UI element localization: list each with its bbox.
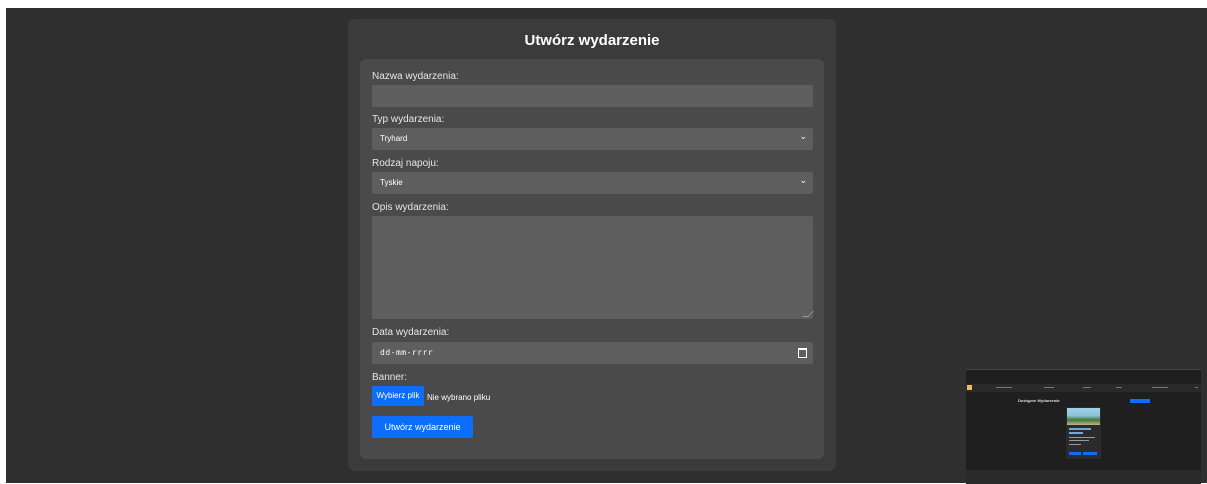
thumbnail-card-button <box>1083 452 1097 455</box>
thumbnail-text-line <box>1069 444 1081 445</box>
chevron-down-icon: ⌄ <box>799 131 807 141</box>
thumbnail-nav-item <box>1195 387 1198 388</box>
banner-label: Banner: <box>372 372 408 383</box>
choose-file-button[interactable]: Wybierz plik <box>372 386 424 406</box>
drink-type-label: Rodzaj napoju: <box>372 158 439 169</box>
thumbnail-event-card <box>1066 407 1101 459</box>
logo-icon <box>967 385 972 390</box>
drink-type-selected: Tyskie <box>380 178 403 187</box>
event-date-input[interactable]: dd-mm-rrrr <box>372 342 813 364</box>
event-type-selected: Tryhard <box>380 134 408 143</box>
create-event-submit-button[interactable]: Utwórz wydarzenie <box>372 416 473 438</box>
event-type-select[interactable]: Tryhard ⌄ <box>372 128 813 150</box>
chevron-down-icon: ⌄ <box>799 175 807 185</box>
page-preview-thumbnail[interactable]: Dostępne Wydarzenia <box>966 369 1201 484</box>
drink-type-select[interactable]: Tyskie ⌄ <box>372 172 813 194</box>
event-date-label: Data wydarzenia: <box>372 327 450 338</box>
calendar-icon[interactable] <box>798 348 807 358</box>
thumbnail-nav-item <box>996 387 1012 388</box>
page-viewport: Utwórz wydarzenie Nazwa wydarzenia: Typ … <box>6 8 1207 484</box>
thumbnail-nav-item <box>1116 387 1122 388</box>
thumbnail-event-image <box>1067 408 1100 425</box>
thumbnail-create-button <box>1130 399 1150 403</box>
event-description-label: Opis wydarzenia: <box>372 202 449 213</box>
thumbnail-text-line <box>1069 440 1089 441</box>
event-type-label: Typ wydarzenia: <box>372 114 445 125</box>
event-name-label: Nazwa wydarzenia: <box>372 71 459 82</box>
thumbnail-nav-item <box>1083 387 1091 388</box>
thumbnail-nav-item <box>1152 387 1168 388</box>
thumbnail-navbar <box>966 384 1201 392</box>
file-status-text: Nie wybrano pliku <box>427 393 491 402</box>
event-name-input[interactable] <box>372 85 813 107</box>
page-title: Utwórz wydarzenie <box>524 32 660 49</box>
create-event-form: Nazwa wydarzenia: Typ wydarzenia: Tryhar… <box>360 59 824 459</box>
thumbnail-footer <box>966 470 1201 484</box>
thumbnail-heading: Dostępne Wydarzenia <box>1018 398 1060 403</box>
event-description-textarea[interactable] <box>372 216 814 319</box>
thumbnail-nav-item <box>1044 387 1054 388</box>
thumbnail-text-line <box>1069 432 1083 434</box>
create-event-card: Utwórz wydarzenie Nazwa wydarzenia: Typ … <box>348 19 836 471</box>
thumbnail-text-line <box>1069 437 1095 438</box>
thumbnail-card-button <box>1069 452 1081 455</box>
event-date-placeholder: dd-mm-rrrr <box>380 348 434 357</box>
resize-handle-icon[interactable] <box>802 311 814 317</box>
thumbnail-text-line <box>1069 428 1091 430</box>
